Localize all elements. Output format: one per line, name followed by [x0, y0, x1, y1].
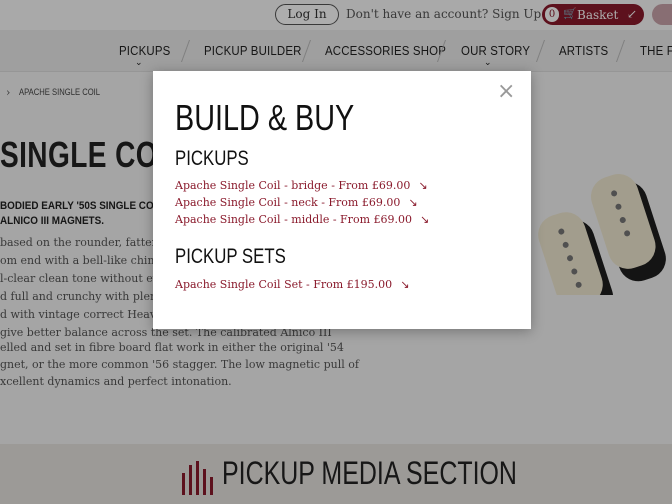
- pickup-link-label: Apache Single Coil - middle - From £69.0…: [175, 213, 412, 226]
- pickup-set-label: Apache Single Coil Set - From £195.00: [175, 278, 393, 291]
- arrow-down-right-icon: ↘: [419, 213, 430, 226]
- pickup-link-label: Apache Single Coil - neck - From £69.00: [175, 196, 401, 209]
- pickup-link-middle[interactable]: Apache Single Coil - middle - From £69.0…: [175, 213, 429, 226]
- pickup-link-neck[interactable]: Apache Single Coil - neck - From £69.00 ↘: [175, 196, 418, 209]
- pickup-link-bridge[interactable]: Apache Single Coil - bridge - From £69.0…: [175, 179, 428, 192]
- pickup-sets-heading: PICKUP SETS: [175, 245, 286, 268]
- modal-title: BUILD & BUY: [175, 97, 355, 138]
- arrow-down-right-icon: ↘: [400, 278, 410, 291]
- pickups-heading: PICKUPS: [175, 147, 249, 170]
- arrow-down-right-icon: ↘: [418, 179, 428, 192]
- arrow-down-right-icon: ↘: [408, 196, 418, 209]
- build-and-buy-modal: × BUILD & BUY PICKUPS Apache Single Coil…: [153, 71, 531, 329]
- close-icon[interactable]: ×: [497, 81, 515, 103]
- pickup-set-link[interactable]: Apache Single Coil Set - From £195.00 ↘: [175, 278, 409, 291]
- pickup-link-label: Apache Single Coil - bridge - From £69.0…: [175, 179, 411, 192]
